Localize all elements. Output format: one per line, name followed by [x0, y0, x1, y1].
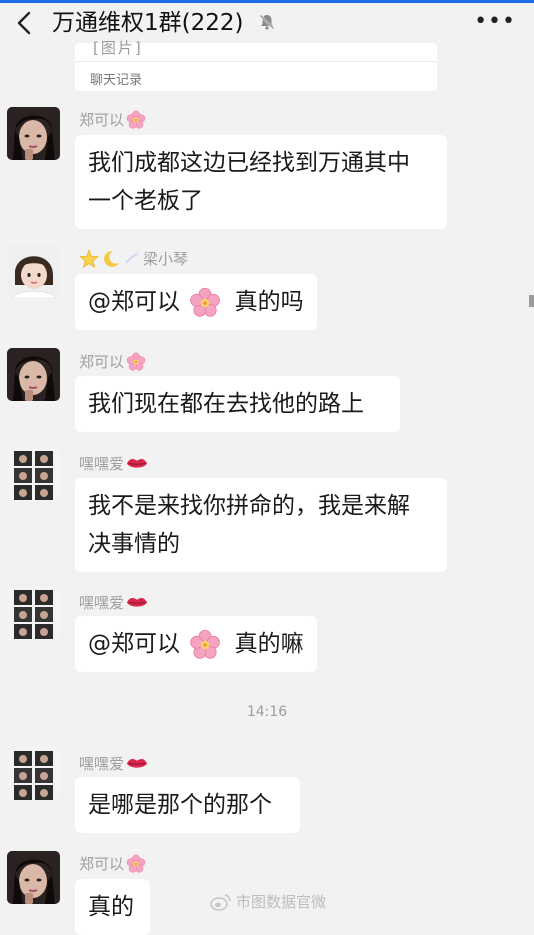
message-bubble[interactable]: 我不是来找你拼命的，我是来解 决事情的	[75, 478, 447, 572]
sender-name-text: 嘿嘿爱	[79, 594, 125, 612]
message-text: 真的嘛	[234, 631, 304, 657]
sender-name-text: 嘿嘿爱	[79, 755, 125, 773]
cherry-blossom-icon	[189, 287, 221, 319]
avatar[interactable]	[7, 245, 60, 298]
message-bubble[interactable]: 我们现在都在去找他的路上	[75, 376, 400, 432]
message-bubble[interactable]: 我们成都这边已经找到万通其中 一个老板了	[75, 135, 447, 229]
sender-name-text: 嘿嘿爱	[79, 455, 125, 473]
sender-name: 郑可以	[79, 853, 146, 874]
message-bubble[interactable]: @郑可以 真的吗	[75, 274, 317, 330]
avatar[interactable]	[7, 348, 60, 401]
weibo-icon	[210, 893, 231, 911]
star-icon	[79, 248, 99, 268]
mention-text[interactable]: @郑可以	[88, 631, 180, 657]
lips-icon	[126, 757, 148, 770]
sender-name: 郑可以	[79, 351, 146, 372]
timestamp: 14:16	[246, 704, 288, 720]
cherry-blossom-icon	[189, 629, 221, 661]
sender-name: 嘿嘿爱	[79, 453, 148, 474]
card-partial-text: [图片]	[93, 39, 143, 57]
avatar[interactable]	[7, 107, 60, 160]
chevron-left-icon[interactable]	[13, 9, 37, 37]
card-footer-label: 聊天记录	[90, 73, 143, 88]
sender-name-text: 郑可以	[79, 855, 125, 873]
message-line: 我们成都这边已经找到万通其中	[88, 150, 410, 176]
sender-name: 梁小琴	[79, 248, 188, 269]
message-line: 我们现在都在去找他的路上	[88, 391, 364, 417]
cherry-blossom-icon	[126, 854, 146, 874]
lips-icon	[126, 457, 148, 470]
sender-name-text: 郑可以	[79, 353, 125, 371]
sender-name: 郑可以	[79, 109, 146, 130]
chat-header: 万通维权1群(222) •••	[0, 3, 534, 43]
cherry-blossom-icon	[126, 352, 146, 372]
sparkle-icon	[125, 251, 140, 264]
scrollbar[interactable]	[529, 295, 534, 307]
sender-name-text: 郑可以	[79, 111, 125, 129]
divider	[75, 61, 437, 62]
watermark: 市图数据官微	[210, 891, 326, 912]
more-dots-icon[interactable]: •••	[474, 11, 516, 33]
message-text: 真的吗	[234, 289, 304, 315]
message-line: 一个老板了	[88, 188, 203, 214]
message-line: 是哪是那个的那个	[88, 792, 272, 818]
message-bubble[interactable]: 是哪是那个的那个	[75, 777, 300, 833]
message-bubble[interactable]: @郑可以 真的嘛	[75, 616, 317, 672]
message-line: 真的	[88, 894, 134, 920]
avatar[interactable]	[7, 449, 60, 502]
lips-icon	[126, 596, 148, 609]
chat-history-card[interactable]: [图片] 聊天记录	[75, 39, 437, 91]
moon-icon	[104, 250, 119, 267]
watermark-text: 市图数据官微	[236, 893, 327, 911]
page-title: 万通维权1群(222)	[52, 10, 244, 36]
message-bubble[interactable]: 真的	[75, 879, 150, 935]
message-line: 决事情的	[88, 531, 180, 557]
cherry-blossom-icon	[126, 110, 146, 130]
avatar[interactable]	[7, 588, 60, 641]
avatar[interactable]	[7, 851, 60, 904]
bell-off-icon	[258, 13, 276, 31]
message-line: 我不是来找你拼命的，我是来解	[88, 493, 410, 519]
avatar[interactable]	[7, 749, 60, 802]
sender-name-text: 梁小琴	[143, 250, 189, 268]
sender-name: 嘿嘿爱	[79, 592, 148, 613]
sender-name: 嘿嘿爱	[79, 753, 148, 774]
mention-text[interactable]: @郑可以	[88, 289, 180, 315]
